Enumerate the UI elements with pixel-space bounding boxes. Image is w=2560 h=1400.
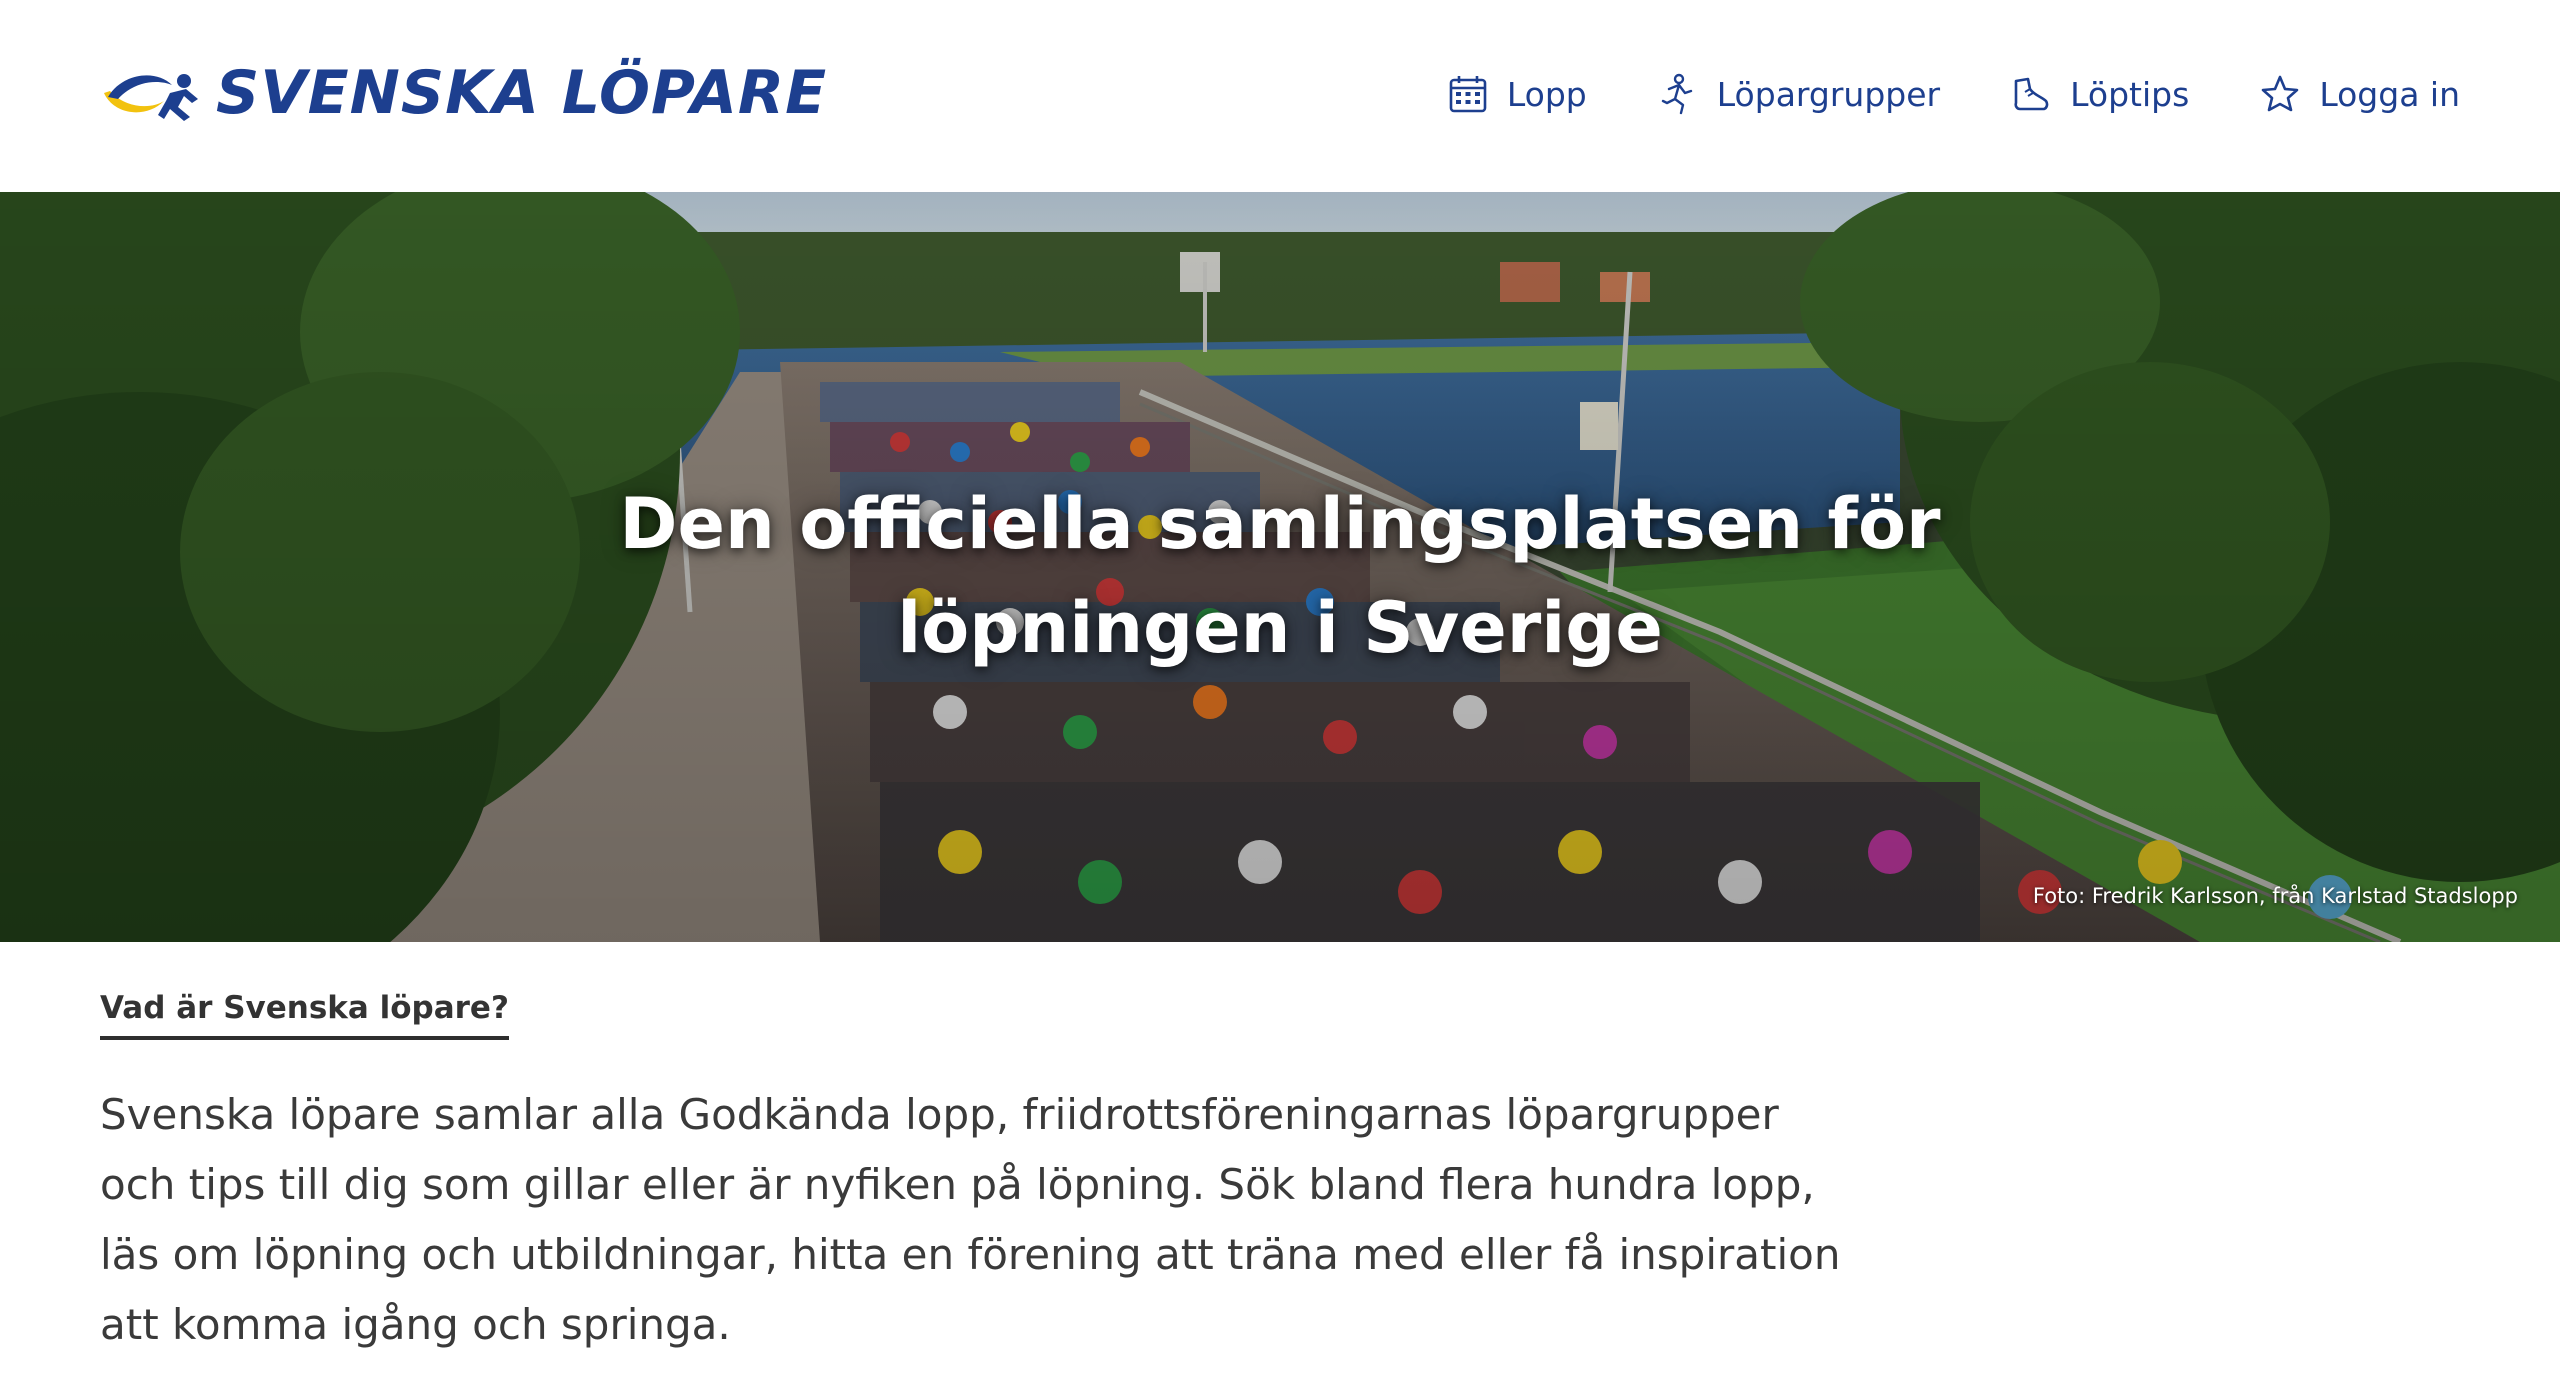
hero-title: Den officiella samlingsplatsen för löpni… xyxy=(619,483,1941,669)
intro-section: Vad är Svenska löpare? Svenska löpare sa… xyxy=(100,990,1920,1360)
runners-icon xyxy=(1661,73,1692,115)
site-logo[interactable]: SVENSKA LÖPARE xyxy=(100,58,827,128)
nav-item-lopp[interactable]: Lopp xyxy=(1447,73,1587,115)
calendar-icon xyxy=(1449,76,1487,113)
nav-item-lopargrupper[interactable]: Löpargrupper xyxy=(1657,73,1940,115)
nav-label-lopp: Lopp xyxy=(1506,74,1587,114)
hero-banner: Den officiella samlingsplatsen för löpni… xyxy=(0,192,2560,942)
nav-label-loptips: Löptips xyxy=(2070,74,2190,114)
runner-swoosh-logo-icon xyxy=(104,74,198,121)
nav-label-lopargrupper: Löpargrupper xyxy=(1716,74,1941,114)
nav-item-loptips[interactable]: Löptips xyxy=(2010,73,2189,115)
intro-heading: Vad är Svenska löpare? xyxy=(100,990,509,1040)
site-header: SVENSKA LÖPARE Lopp Löpargrupper Löptips… xyxy=(0,0,2560,192)
star-icon xyxy=(2262,75,2299,112)
main-nav: Lopp Löpargrupper Löptips Logga in xyxy=(1447,62,2460,126)
nav-item-logga-in[interactable]: Logga in xyxy=(2259,73,2460,115)
intro-text: Svenska löpare samlar alla Godkända lopp… xyxy=(100,1090,1841,1349)
shoe-icon xyxy=(2014,77,2049,111)
photo-credit: Foto: Fredrik Karlsson, från Karlstad St… xyxy=(2032,884,2518,908)
nav-label-logga-in: Logga in xyxy=(2319,74,2460,114)
logo-text: SVENSKA LÖPARE xyxy=(216,58,828,128)
